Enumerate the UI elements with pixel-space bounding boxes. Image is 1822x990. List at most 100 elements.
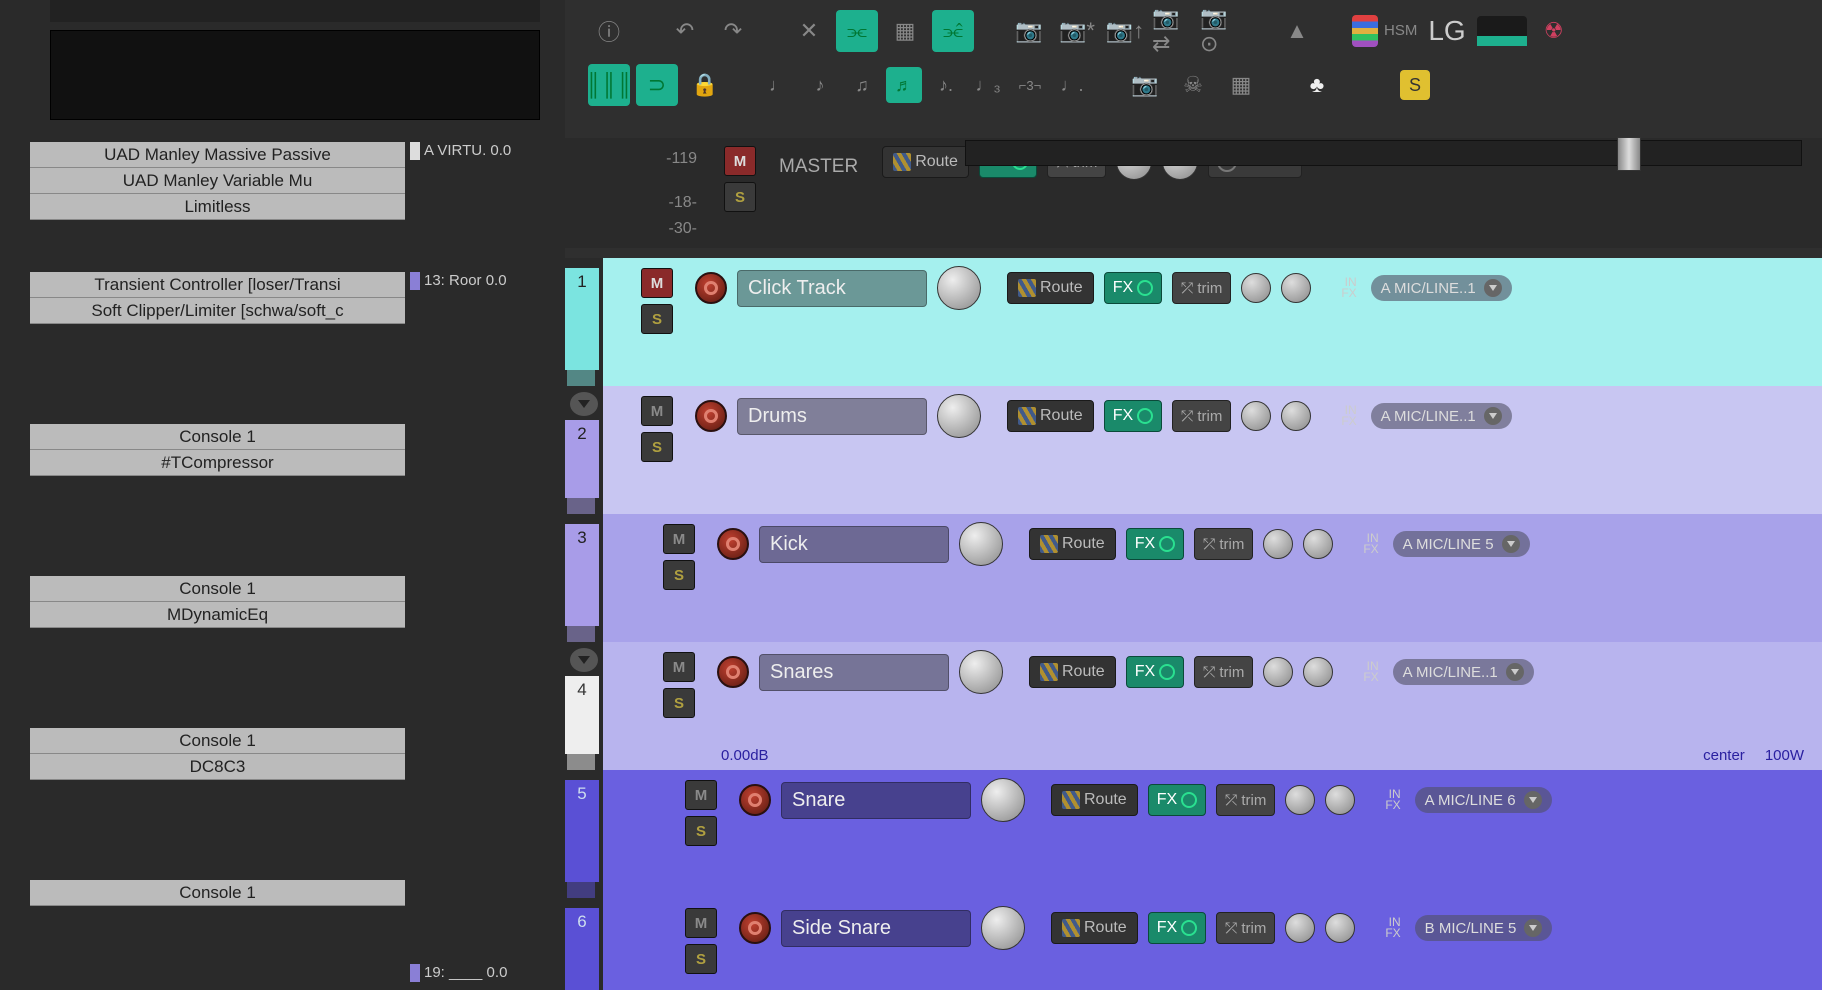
- clubs-icon[interactable]: ♣: [1296, 64, 1338, 106]
- track-name-field[interactable]: Click Track: [737, 270, 927, 307]
- track-pan-knob[interactable]: [1263, 657, 1293, 687]
- fx-slot[interactable]: Console 1: [30, 424, 405, 450]
- camera-disk-icon[interactable]: 📷⊙: [1200, 10, 1242, 52]
- track-route-button[interactable]: Route: [1051, 912, 1138, 944]
- track-name-field[interactable]: Kick: [759, 526, 949, 563]
- chevron-down-icon[interactable]: [1484, 279, 1502, 297]
- info-icon[interactable]: ⓘ: [588, 10, 630, 52]
- track-name-field[interactable]: Snare: [781, 782, 971, 819]
- calendar-icon[interactable]: ▦: [1220, 64, 1262, 106]
- track-route-button[interactable]: Route: [1007, 272, 1094, 304]
- track-mute-button[interactable]: M: [641, 396, 673, 426]
- link-icon[interactable]: ⫘: [836, 10, 878, 52]
- master-fader[interactable]: [965, 140, 1802, 166]
- track-width-knob[interactable]: [1325, 913, 1355, 943]
- undo-icon[interactable]: ↶: [664, 10, 706, 52]
- track-width-knob[interactable]: [1303, 657, 1333, 687]
- track-width-knob[interactable]: [1325, 785, 1355, 815]
- track-width-knob[interactable]: [1281, 273, 1311, 303]
- track-pan-knob[interactable]: [1285, 913, 1315, 943]
- master-mute-button[interactable]: M: [724, 146, 756, 176]
- track-trim-button[interactable]: ⤱ trim: [1216, 912, 1275, 944]
- track-solo-button[interactable]: S: [641, 432, 673, 462]
- note-1-icon[interactable]: ♩: [760, 67, 796, 103]
- track-pan-knob[interactable]: [1263, 529, 1293, 559]
- track-input-selector[interactable]: A MIC/LINE 6: [1415, 787, 1552, 813]
- track-volume-knob[interactable]: [959, 650, 1003, 694]
- magnet-icon[interactable]: ⊃: [636, 64, 678, 106]
- track-input-selector[interactable]: A MIC/LINE 5: [1393, 531, 1530, 557]
- camera-save-icon[interactable]: 📷: [1124, 64, 1166, 106]
- camera-star-icon[interactable]: 📷*: [1056, 10, 1098, 52]
- camera1-icon[interactable]: 📷: [1008, 10, 1050, 52]
- track-volume-knob[interactable]: [937, 266, 981, 310]
- track-number[interactable]: 5: [565, 780, 599, 882]
- track-volume-knob[interactable]: [981, 906, 1025, 950]
- track-number[interactable]: 2: [565, 420, 599, 498]
- fx-chain-meta[interactable]: A VIRTU. 0.0: [410, 142, 550, 160]
- track-fx-button[interactable]: FX: [1126, 528, 1184, 560]
- track-handle-icon[interactable]: [567, 752, 595, 770]
- fx-slot[interactable]: UAD Manley Variable Mu: [30, 168, 405, 194]
- record-arm-button[interactable]: [717, 656, 749, 688]
- fx-chain-meta[interactable]: 19: ____ 0.0: [410, 964, 550, 982]
- track-pan-knob[interactable]: [1241, 401, 1271, 431]
- note-5-icon[interactable]: ♪.: [928, 67, 964, 103]
- track-fx-button[interactable]: FX: [1148, 912, 1206, 944]
- track-handle-icon[interactable]: [567, 624, 595, 642]
- chevron-down-icon[interactable]: [1524, 919, 1542, 937]
- track-volume-knob[interactable]: [937, 394, 981, 438]
- skull-icon[interactable]: ☠: [1172, 64, 1214, 106]
- track-mute-button[interactable]: M: [685, 908, 717, 938]
- camera-swap-icon[interactable]: 📷⇄: [1152, 10, 1194, 52]
- track-fx-button[interactable]: FX: [1104, 400, 1162, 432]
- fold-button[interactable]: [570, 392, 598, 416]
- metronome-icon[interactable]: ▲: [1276, 10, 1318, 52]
- fx-slot[interactable]: MDynamicEq: [30, 602, 405, 628]
- record-arm-button[interactable]: [739, 912, 771, 944]
- nuclear-icon[interactable]: ☢: [1533, 10, 1575, 52]
- track-input-selector[interactable]: A MIC/LINE..1: [1371, 275, 1512, 301]
- fx-slot[interactable]: Transient Controller [loser/Transi: [30, 272, 405, 298]
- routing-icon[interactable]: ⫘̂: [932, 10, 974, 52]
- track-fx-button[interactable]: FX: [1126, 656, 1184, 688]
- s-toggle[interactable]: S: [1400, 70, 1430, 100]
- track-route-button[interactable]: Route: [1029, 528, 1116, 560]
- triplet-icon[interactable]: ⌐3¬: [1012, 67, 1048, 103]
- note-6-icon[interactable]: ♩₃: [970, 67, 1006, 103]
- track-trim-button[interactable]: ⤱ trim: [1172, 272, 1231, 304]
- track-width-knob[interactable]: [1303, 529, 1333, 559]
- master-fader-handle[interactable]: [1617, 137, 1641, 171]
- track-pan-knob[interactable]: [1285, 785, 1315, 815]
- fx-chain-meta[interactable]: 13: Roor 0.0: [410, 272, 550, 290]
- record-arm-button[interactable]: [717, 528, 749, 560]
- fx-slot[interactable]: Console 1: [30, 576, 405, 602]
- track-handle-icon[interactable]: [567, 496, 595, 514]
- track-width-knob[interactable]: [1281, 401, 1311, 431]
- master-solo-button[interactable]: S: [724, 182, 756, 212]
- master-route-button[interactable]: Route: [882, 146, 969, 178]
- chevron-down-icon[interactable]: [1524, 791, 1542, 809]
- track-fx-button[interactable]: FX: [1148, 784, 1206, 816]
- track-mute-button[interactable]: M: [641, 268, 673, 298]
- track-solo-button[interactable]: S: [641, 304, 673, 334]
- fx-slot[interactable]: Limitless: [30, 194, 405, 220]
- record-arm-button[interactable]: [695, 400, 727, 432]
- track-trim-button[interactable]: ⤱ trim: [1194, 656, 1253, 688]
- fx-slot[interactable]: #TCompressor: [30, 450, 405, 476]
- track-trim-button[interactable]: ⤱ trim: [1194, 528, 1253, 560]
- track-mute-button[interactable]: M: [685, 780, 717, 810]
- fx-slot[interactable]: Console 1: [30, 880, 405, 906]
- track-trim-button[interactable]: ⤱ trim: [1216, 784, 1275, 816]
- fx-slot[interactable]: DC8C3: [30, 754, 405, 780]
- track-number[interactable]: 1: [565, 268, 599, 370]
- track-name-field[interactable]: Snares: [759, 654, 949, 691]
- track-route-button[interactable]: Route: [1051, 784, 1138, 816]
- fx-slot[interactable]: Soft Clipper/Limiter [schwa/soft_c: [30, 298, 405, 324]
- chevron-down-icon[interactable]: [1484, 407, 1502, 425]
- track-name-field[interactable]: Drums: [737, 398, 927, 435]
- track-number[interactable]: 6: [565, 908, 599, 990]
- record-arm-button[interactable]: [695, 272, 727, 304]
- track-route-button[interactable]: Route: [1029, 656, 1116, 688]
- track-solo-button[interactable]: S: [685, 944, 717, 974]
